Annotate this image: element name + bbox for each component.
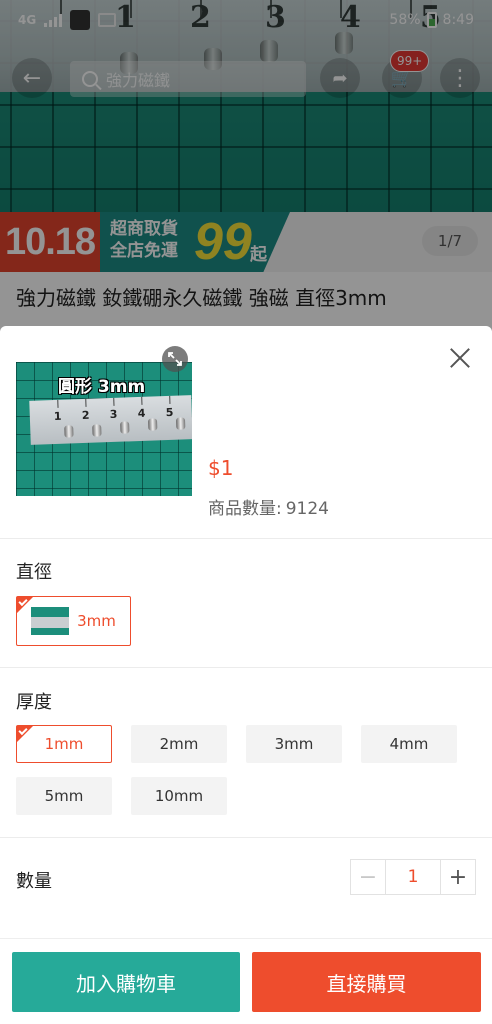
close-icon[interactable] xyxy=(448,346,472,370)
quantity-label: 數量 xyxy=(16,871,52,892)
thickness-option-10mm[interactable]: 10mm xyxy=(131,777,227,815)
increment-button[interactable]: + xyxy=(441,860,475,894)
thickness-option-1mm[interactable]: 1mm xyxy=(16,725,112,763)
thickness-option-3mm[interactable]: 3mm xyxy=(246,725,342,763)
divider xyxy=(0,538,492,539)
divider xyxy=(0,667,492,668)
divider xyxy=(0,837,492,838)
stock-info: 商品數量: 9124 xyxy=(208,494,329,519)
option-label: 3mm xyxy=(274,735,314,753)
ruler-number: 5 xyxy=(165,405,174,420)
quantity-stepper: − 1 + xyxy=(350,859,476,895)
option-thumbnail xyxy=(31,607,70,635)
thumbnail-label: 圓形 3mm xyxy=(58,377,146,397)
stock-value: 9124 xyxy=(285,499,329,519)
ruler-number: 2 xyxy=(81,408,90,423)
quantity-input[interactable]: 1 xyxy=(385,860,441,894)
ruler-number: 4 xyxy=(137,406,146,421)
thickness-option-2mm[interactable]: 2mm xyxy=(131,725,227,763)
option-label: 4mm xyxy=(389,735,429,753)
thickness-option-5mm[interactable]: 5mm xyxy=(16,777,112,815)
thickness-option-4mm[interactable]: 4mm xyxy=(361,725,457,763)
action-bar: 加入購物車 直接購買 xyxy=(0,938,492,1024)
option-label: 1mm xyxy=(44,735,84,753)
thickness-label: 厚度 xyxy=(16,692,52,713)
add-to-cart-button[interactable]: 加入購物車 xyxy=(12,952,240,1012)
diameter-option-3mm[interactable]: 3mm xyxy=(16,596,131,646)
variant-selector-sheet: 1 2 3 4 5 圓形 3mm $1 商品數量: 9124 直徑 3mm 厚度 … xyxy=(0,326,492,1024)
option-label: 2mm xyxy=(159,735,199,753)
option-label: 3mm xyxy=(77,612,116,630)
option-label: 5mm xyxy=(44,787,84,805)
variant-thumbnail[interactable]: 1 2 3 4 5 圓形 3mm xyxy=(16,362,192,496)
ruler-number: 1 xyxy=(53,409,62,423)
buy-now-button[interactable]: 直接購買 xyxy=(252,952,481,1012)
option-label: 10mm xyxy=(154,787,204,805)
expand-icon[interactable] xyxy=(162,346,188,372)
ruler-number: 3 xyxy=(109,407,118,422)
price: $1 xyxy=(208,456,234,480)
diameter-label: 直徑 xyxy=(16,562,52,583)
thumbnail-ruler: 1 2 3 4 5 xyxy=(29,395,192,445)
stock-label: 商品數量: xyxy=(208,499,282,519)
decrement-button[interactable]: − xyxy=(351,860,385,894)
